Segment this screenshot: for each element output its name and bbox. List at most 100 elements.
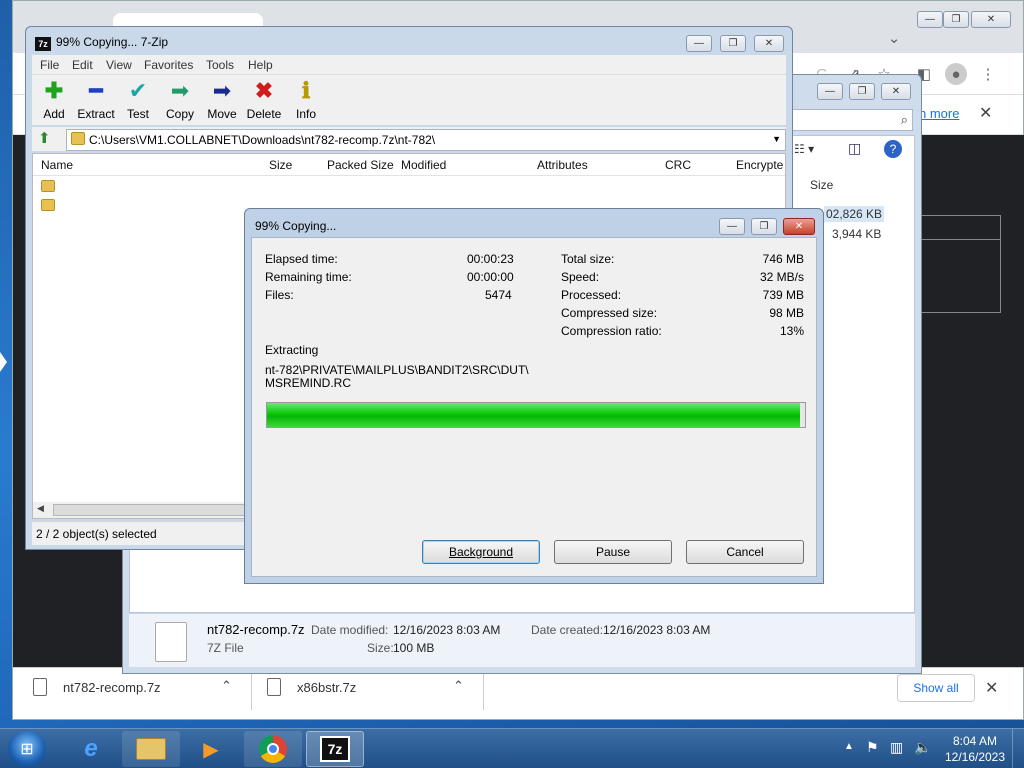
preview-pane-icon[interactable]: ◫ xyxy=(848,140,861,157)
chevron-up-icon[interactable]: ⌃ xyxy=(453,678,464,694)
remaining-time-value: 00:00:00 xyxy=(467,270,514,284)
compressed-size-value: 98 MB xyxy=(769,306,804,320)
info-button[interactable]: ℹ Info xyxy=(284,78,328,122)
move-label: Move xyxy=(207,107,237,121)
view-options-icon[interactable]: ☷ ▾ xyxy=(794,142,814,156)
7zip-taskbar-icon[interactable]: 7z xyxy=(306,731,364,767)
compression-ratio-label: Compression ratio: xyxy=(561,324,662,338)
size-value: 100 MB xyxy=(393,641,435,655)
file-icon xyxy=(33,678,47,696)
show-desktop-button[interactable] xyxy=(1012,729,1024,768)
download-item-name[interactable]: x86bstr.7z xyxy=(297,680,356,695)
dialog-body: Elapsed time: 00:00:23 Remaining time: 0… xyxy=(251,237,817,577)
show-hidden-icons-icon[interactable]: ▲ xyxy=(844,741,854,752)
menu-favorites[interactable]: Favorites xyxy=(144,58,193,72)
download-item-name[interactable]: nt782-recomp.7z xyxy=(63,680,161,695)
explorer-close-button[interactable]: ✕ xyxy=(881,83,911,100)
search-icon: ⌕ xyxy=(900,112,908,127)
menu-bar: File Edit View Favorites Tools Help xyxy=(32,55,786,75)
add-button[interactable]: ✚ Add xyxy=(32,79,76,122)
profile-avatar-icon[interactable]: ● xyxy=(945,63,967,85)
dialog-restore-button[interactable]: ❐ xyxy=(751,218,777,235)
volume-muted-icon[interactable]: 🔈 xyxy=(914,739,931,756)
media-player-icon[interactable]: ▶ xyxy=(182,731,240,767)
network-icon[interactable]: ▥ xyxy=(890,739,903,756)
test-button[interactable]: ✔ Test xyxy=(116,79,160,122)
chrome-close-button[interactable]: ✕ xyxy=(971,11,1011,28)
current-file-path: nt-782\PRIVATE\MAILPLUS\BANDIT2\SRC\DUT\ xyxy=(265,363,529,377)
folder-up-icon[interactable]: ⬆ xyxy=(38,129,51,147)
7zip-close-button[interactable]: ✕ xyxy=(754,35,784,52)
move-button[interactable]: ➡ Move xyxy=(200,79,244,122)
internet-explorer-icon[interactable]: e xyxy=(62,731,120,767)
column-size[interactable]: Size xyxy=(269,158,292,172)
tab-search-icon[interactable]: ⌄ xyxy=(883,27,905,49)
path-input[interactable]: C:\Users\VM1.COLLABNET\Downloads\nt782-r… xyxy=(66,129,786,151)
current-file-name: MSREMIND.RC xyxy=(265,376,351,390)
folder-icon[interactable] xyxy=(41,199,55,211)
extract-label: Extract xyxy=(77,107,115,121)
show-all-button[interactable]: Show all xyxy=(897,674,975,702)
remaining-time-label: Remaining time: xyxy=(265,270,352,284)
column-name[interactable]: Name xyxy=(41,158,73,172)
menu-tools[interactable]: Tools xyxy=(206,58,234,72)
windows-explorer-icon[interactable] xyxy=(122,731,180,767)
horizontal-scrollbar[interactable]: ◀ xyxy=(33,502,253,518)
download-bar-close-icon[interactable]: ✕ xyxy=(985,678,998,698)
column-modified[interactable]: Modified xyxy=(401,158,446,172)
size-column-header[interactable]: Size xyxy=(810,178,833,192)
operation-label: Extracting xyxy=(265,343,319,357)
column-crc[interactable]: CRC xyxy=(665,158,691,172)
chevron-up-icon[interactable]: ⌃ xyxy=(221,678,232,694)
selection-status: 2 / 2 object(s) selected xyxy=(36,527,157,541)
clock-date[interactable]: 12/16/2023 xyxy=(940,750,1010,764)
delete-icon: ✖ xyxy=(254,78,274,103)
taskbar: ⊞ e ▶ 7z ▲ ⚑ ▥ 🔈 8:04 AM 12/16/2023 xyxy=(0,728,1024,768)
menu-view[interactable]: View xyxy=(106,58,132,72)
pause-button-label: Pause xyxy=(595,545,631,559)
explorer-restore-button[interactable]: ❐ xyxy=(849,83,875,100)
folder-icon[interactable] xyxy=(41,180,55,192)
7zip-app-icon: 7z xyxy=(35,37,51,51)
speed-value: 32 MB/s xyxy=(759,270,804,284)
chrome-menu-icon[interactable]: ⋮ xyxy=(977,63,999,85)
7zip-restore-button[interactable]: ❐ xyxy=(720,35,746,52)
learn-more-link[interactable]: n more xyxy=(919,106,959,121)
dialog-close-button[interactable]: ✕ xyxy=(783,218,815,235)
column-encrypted[interactable]: Encrypte xyxy=(736,158,783,172)
dialog-minimize-button[interactable]: — xyxy=(719,218,745,235)
copy-label: Copy xyxy=(165,107,194,121)
copy-button[interactable]: ➡ Copy xyxy=(158,79,202,122)
column-packed-size[interactable]: Packed Size xyxy=(327,158,394,172)
clock-time[interactable]: 8:04 AM xyxy=(940,734,1010,748)
help-icon[interactable]: ? xyxy=(884,140,902,158)
chrome-restore-button[interactable]: ❐ xyxy=(943,11,969,28)
file-icon xyxy=(267,678,281,696)
action-center-icon[interactable]: ⚑ xyxy=(866,739,879,756)
chrome-minimize-button[interactable]: — xyxy=(917,11,943,28)
file-size: 02,826 KB xyxy=(824,206,885,222)
delete-button[interactable]: ✖ Delete xyxy=(242,78,286,122)
add-label: Add xyxy=(43,107,65,121)
cancel-button[interactable]: Cancel xyxy=(686,540,804,564)
column-attributes[interactable]: Attributes xyxy=(537,158,588,172)
dropdown-arrow-icon[interactable]: ▼ xyxy=(772,134,781,144)
delete-label: Delete xyxy=(246,107,282,121)
scrollbar-thumb[interactable] xyxy=(53,504,249,516)
compression-ratio-value: 13% xyxy=(779,324,804,338)
address-bar: ⬆ C:\Users\VM1.COLLABNET\Downloads\nt782… xyxy=(32,127,786,151)
menu-file[interactable]: File xyxy=(40,58,59,72)
background-button[interactable]: Background xyxy=(422,540,540,564)
explorer-minimize-button[interactable]: — xyxy=(817,83,843,100)
scroll-left-icon[interactable]: ◀ xyxy=(37,503,44,514)
start-button[interactable]: ⊞ xyxy=(8,731,46,767)
menu-edit[interactable]: Edit xyxy=(72,58,93,72)
7zip-minimize-button[interactable]: — xyxy=(686,35,712,52)
menu-help[interactable]: Help xyxy=(248,58,273,72)
info-bar-close-icon[interactable]: ✕ xyxy=(979,103,992,123)
chrome-icon[interactable] xyxy=(244,731,302,767)
info-icon: ℹ xyxy=(301,78,311,103)
pause-button[interactable]: Pause xyxy=(554,540,672,564)
extract-button[interactable]: ━ Extract xyxy=(74,79,118,122)
elapsed-time-label: Elapsed time: xyxy=(265,252,338,266)
